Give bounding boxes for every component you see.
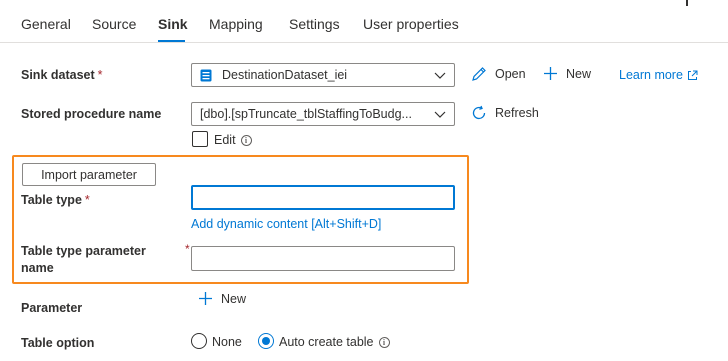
active-tab-indicator [158, 40, 185, 42]
table-type-label-text: Table type [21, 193, 82, 207]
sink-dataset-value: DestinationDataset_iei [222, 68, 348, 82]
edit-label-group: Edit i [214, 133, 252, 147]
learn-more-text: Learn more [619, 68, 683, 82]
stored-procedure-value: [dbo].[spTruncate_tblStaffingToBudg... [200, 107, 412, 121]
info-icon[interactable]: i [378, 337, 390, 349]
parameter-label: Parameter [21, 301, 83, 315]
learn-more-link[interactable]: Learn more [619, 68, 698, 82]
external-link-icon [687, 70, 698, 81]
chevron-down-icon [434, 69, 446, 84]
tab-general[interactable]: General [21, 16, 71, 32]
table-option-none-radio[interactable] [191, 333, 207, 349]
sink-dataset-label: Sink dataset * [21, 68, 103, 82]
open-label: Open [495, 67, 526, 81]
refresh-label: Refresh [495, 106, 539, 120]
tab-source[interactable]: Source [92, 16, 136, 32]
refresh-icon [471, 105, 487, 121]
stored-procedure-label: Stored procedure name [21, 107, 162, 121]
tab-bar: General Source Sink Mapping Settings Use… [0, 0, 728, 43]
table-option-auto-create-radio[interactable] [258, 333, 274, 349]
window-edge-mark [686, 0, 688, 6]
table-option-none-label: None [212, 335, 242, 349]
new-parameter-button[interactable]: New [198, 291, 246, 306]
tab-settings[interactable]: Settings [289, 16, 340, 32]
new-parameter-label: New [221, 291, 247, 306]
refresh-button[interactable]: Refresh [471, 105, 539, 121]
edit-checkbox[interactable] [192, 131, 208, 147]
table-type-input[interactable] [191, 185, 455, 210]
table-type-parameter-label-line2: name [21, 261, 54, 275]
tab-sink[interactable]: Sink [158, 16, 188, 32]
import-parameter-button[interactable]: Import parameter [22, 163, 156, 186]
open-dataset-button[interactable]: Open [471, 66, 526, 82]
pencil-icon [471, 66, 487, 82]
table-type-label: Table type * [21, 193, 90, 207]
table-option-auto-create-group: Auto create table i [279, 335, 390, 349]
tab-mapping[interactable]: Mapping [209, 16, 263, 32]
edit-label: Edit [214, 133, 236, 147]
sink-dataset-select[interactable]: DestinationDataset_iei [191, 63, 455, 87]
stored-procedure-select[interactable]: [dbo].[spTruncate_tblStaffingToBudg... [191, 102, 455, 126]
plus-icon [543, 66, 558, 81]
table-type-parameter-label-line1: Table type parameter [21, 244, 146, 258]
tab-user-properties[interactable]: User properties [363, 16, 459, 32]
info-icon[interactable]: i [240, 135, 252, 147]
required-mark: * [97, 68, 103, 82]
dataset-icon [200, 69, 212, 82]
sink-dataset-label-text: Sink dataset [21, 68, 95, 82]
chevron-down-icon [434, 108, 446, 123]
table-type-parameter-label: Table type parameter name [21, 243, 146, 277]
required-mark: * [84, 193, 90, 207]
new-label: New [566, 66, 592, 81]
plus-icon [198, 291, 213, 306]
required-mark: * [185, 242, 190, 256]
add-dynamic-content-link[interactable]: Add dynamic content [Alt+Shift+D] [191, 217, 381, 231]
table-option-label: Table option [21, 336, 95, 350]
table-type-parameter-input[interactable] [191, 246, 455, 271]
table-option-auto-create-label: Auto create table [279, 335, 374, 349]
new-dataset-button[interactable]: New [543, 66, 591, 81]
